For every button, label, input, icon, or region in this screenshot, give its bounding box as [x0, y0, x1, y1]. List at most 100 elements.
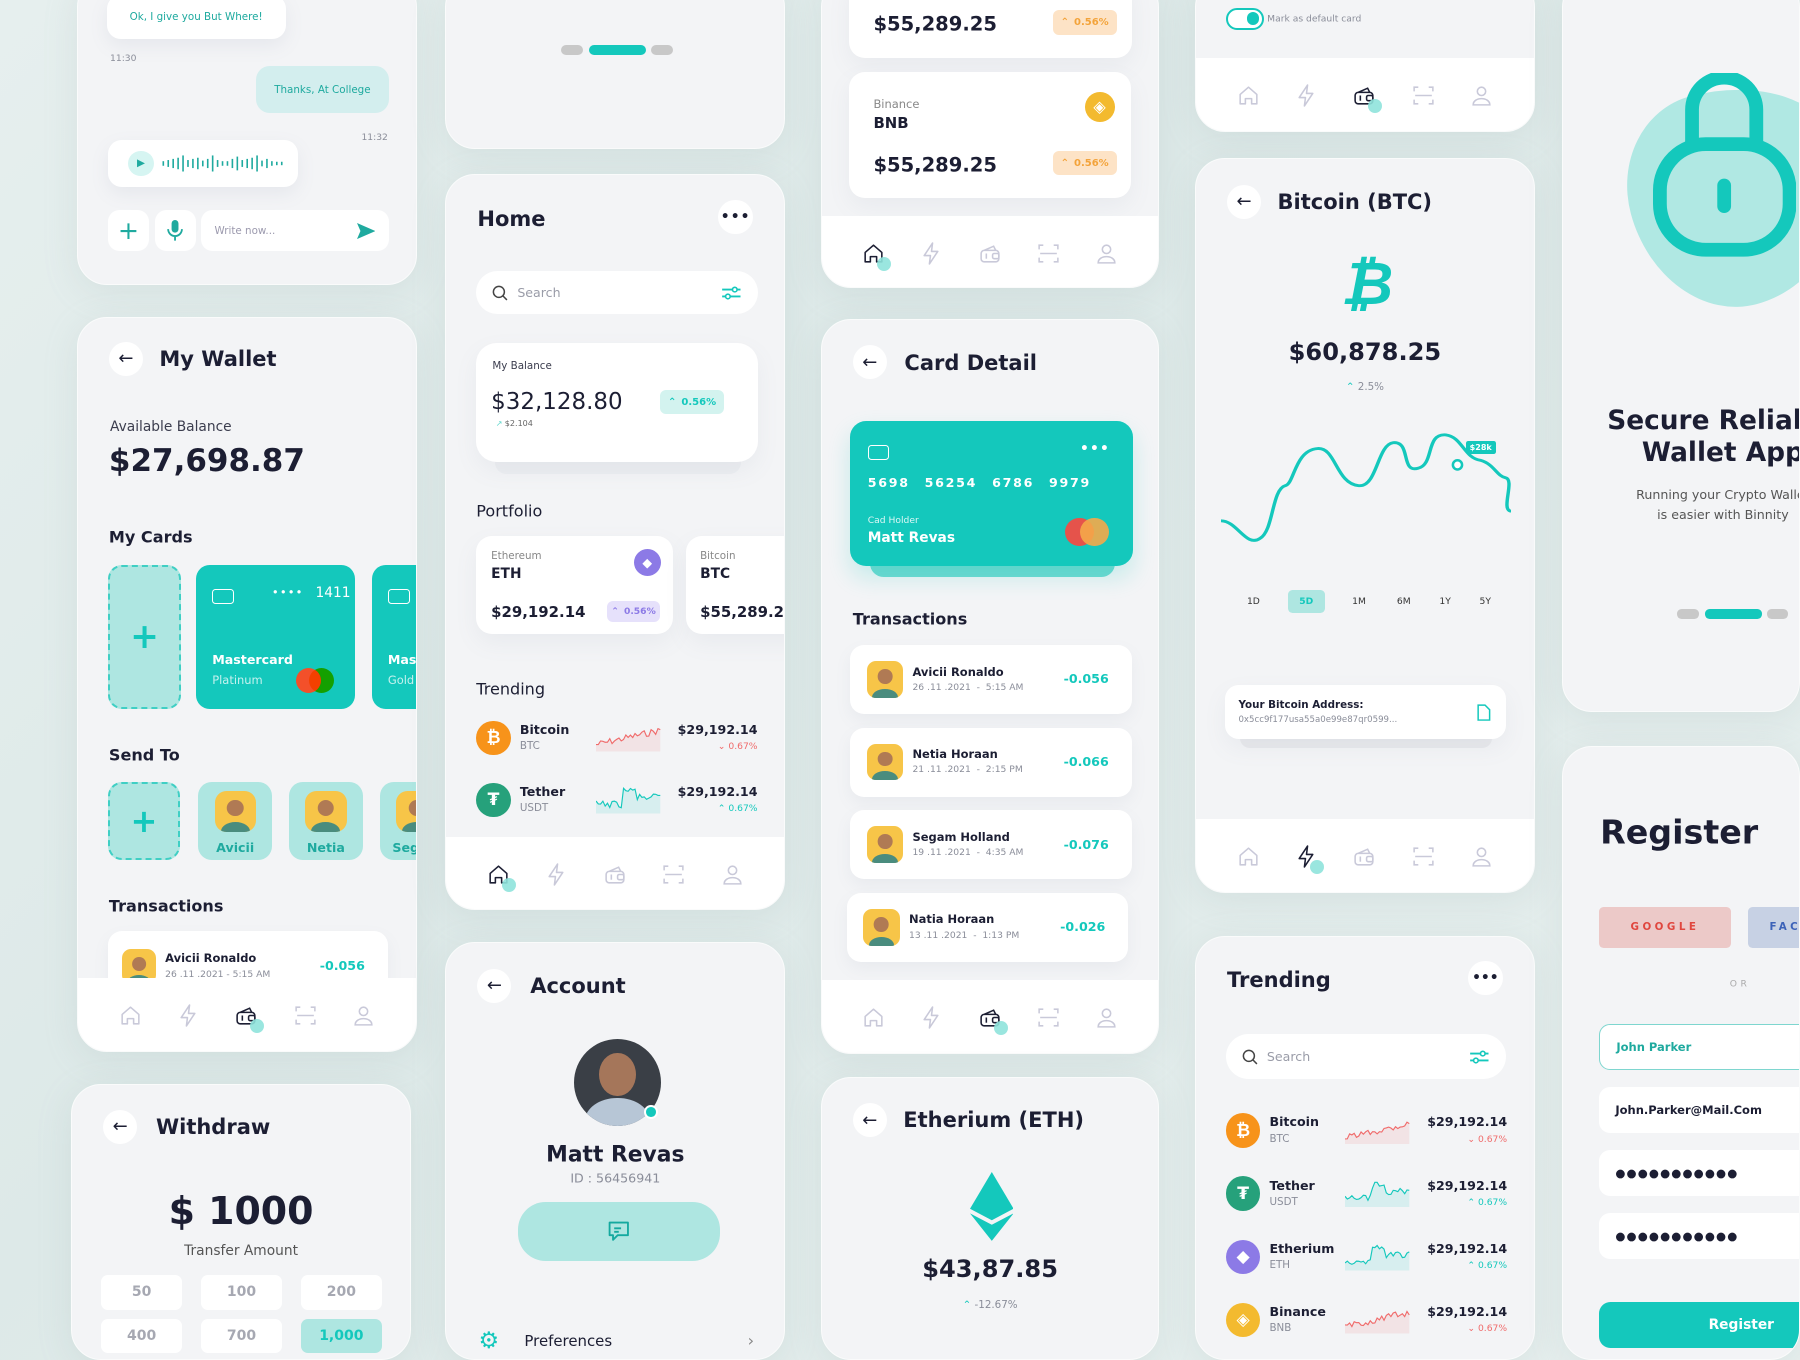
send-icon[interactable] [356, 222, 376, 239]
home-nav-icon[interactable] [861, 241, 892, 271]
trending-item[interactable]: ◈ Binance BNB $29,192.14 ⌄ 0.67% [1225, 1299, 1507, 1340]
trending-item[interactable]: ◆ Etherium ETH $29,192.14 ⌃ 0.67% [1225, 1236, 1507, 1277]
bitcoin-address-card[interactable]: Your Bitcoin Address: 0x5cc9f177usa55a0e… [1224, 685, 1506, 740]
scan-nav-icon[interactable] [1036, 1005, 1061, 1030]
transaction-row[interactable]: Natia Horaan 13 .11 .2021 - 1:13 PM -0.0… [847, 892, 1129, 962]
card-mastercard-gold[interactable]: Mastercard Gold [371, 564, 416, 710]
voice-message[interactable]: ▶ [107, 139, 299, 187]
page-dot[interactable] [561, 44, 583, 55]
scan-nav-icon[interactable] [293, 1003, 318, 1028]
wallet-nav-icon[interactable] [1352, 83, 1383, 114]
wallet-nav-icon[interactable] [1352, 844, 1377, 869]
transaction-row[interactable]: Netia Horaan 21 .11 .2021 - 2:15 PM -0.0… [850, 727, 1132, 797]
back-button[interactable]: ← [852, 345, 887, 380]
timeframe-1y[interactable]: 1Y [1427, 590, 1464, 613]
wallet-nav-icon[interactable] [978, 1005, 1008, 1036]
timeframe-1d[interactable]: 1D [1235, 590, 1272, 613]
amount-option[interactable]: 50 [100, 1275, 183, 1310]
contact-tile[interactable]: Netia [289, 781, 363, 860]
wallet-nav-icon[interactable] [603, 862, 628, 887]
portfolio-card-eth[interactable]: Ethereum ETH ◆ $29,192.14 ⌃ 0.56% [476, 535, 673, 634]
portfolio-card[interactable]: $55,289.25 ⌃ 0.56% [849, 0, 1132, 59]
google-signup-button[interactable]: GOOGLE [1598, 906, 1731, 949]
register-button[interactable]: Register [1598, 1301, 1799, 1348]
page-dot[interactable] [1677, 609, 1699, 619]
payment-card[interactable]: ••• 5698 56254 6786 9979 Cad Holder Matt Re… [850, 421, 1133, 566]
password-field[interactable]: ●●●●●●●●●●● [1599, 1150, 1799, 1197]
transaction-row[interactable]: Avicii Ronaldo 26 .11 .2021 - 5:15 AM -0… [850, 644, 1132, 714]
user-nav-icon[interactable] [351, 1003, 376, 1028]
add-card-button[interactable]: + [107, 564, 182, 710]
microphone-button[interactable] [154, 209, 197, 252]
lightning-nav-icon[interactable] [176, 1003, 201, 1028]
lightning-nav-icon[interactable] [1294, 83, 1319, 108]
search-input[interactable]: Search [1225, 1034, 1506, 1079]
scan-nav-icon[interactable] [661, 862, 686, 887]
lightning-nav-icon[interactable] [1294, 844, 1325, 875]
email-field[interactable]: John.Parker@Mail.Com [1599, 1086, 1799, 1133]
page-dot[interactable] [1766, 609, 1789, 619]
trending-item[interactable]: ₮ Tether USDT $29,192.14 ⌃ 0.67% [1225, 1173, 1507, 1214]
default-card-toggle[interactable] [1225, 7, 1264, 30]
trending-item[interactable]: ₮ Tether USDT $29,192.14 ⌃ 0.67% [476, 779, 758, 820]
play-icon[interactable]: ▶ [128, 150, 154, 177]
search-input[interactable]: Search [476, 270, 758, 315]
card-mastercard-platinum[interactable]: •••• 1411 Mastercard Platinum [196, 564, 355, 710]
amount-option[interactable]: 100 [200, 1275, 283, 1310]
timeframe-5d[interactable]: 5D [1287, 589, 1325, 613]
back-button[interactable]: ← [852, 1103, 887, 1138]
page-dot-active[interactable] [588, 44, 647, 55]
page-dot[interactable] [650, 44, 673, 55]
home-nav-icon[interactable] [861, 1005, 886, 1030]
message-input[interactable]: Write now... [200, 209, 389, 252]
more-button[interactable]: ••• [718, 199, 753, 235]
timeframe-6m[interactable]: 6M [1385, 590, 1422, 613]
filter-icon[interactable] [1469, 1049, 1490, 1065]
contact-tile[interactable]: Avicii [198, 781, 272, 860]
confirm-password-field[interactable]: ●●●●●●●●●●● [1599, 1213, 1799, 1260]
scan-nav-icon[interactable] [1411, 844, 1436, 869]
home-nav-icon[interactable] [1236, 844, 1261, 869]
page-dot-active[interactable] [1704, 609, 1762, 619]
home-nav-icon[interactable] [486, 862, 517, 892]
more-dots-icon[interactable]: ••• [1080, 441, 1110, 457]
chart-marker[interactable] [1451, 458, 1464, 471]
user-nav-icon[interactable] [1094, 1005, 1119, 1030]
timeframe-1m[interactable]: 1M [1341, 590, 1378, 613]
trending-item[interactable]: ₿ Bitcoin BTC $29,192.14 ⌄ 0.67% [1225, 1110, 1507, 1151]
amount-option[interactable]: 700 [200, 1318, 283, 1354]
contact-tile[interactable]: Segam [379, 781, 416, 860]
scan-nav-icon[interactable] [1411, 83, 1436, 108]
home-nav-icon[interactable] [1236, 83, 1261, 108]
message-button[interactable] [517, 1201, 720, 1262]
amount-option[interactable]: 400 [100, 1318, 183, 1354]
user-nav-icon[interactable] [1469, 83, 1494, 108]
wallet-nav-icon[interactable] [978, 241, 1003, 266]
lightning-nav-icon[interactable] [919, 1005, 944, 1030]
user-nav-icon[interactable] [1094, 241, 1119, 266]
facebook-signup-button[interactable]: FACEBOOK [1748, 906, 1799, 949]
filter-icon[interactable] [721, 285, 742, 301]
amount-option[interactable]: 1,000 [300, 1318, 383, 1354]
more-button[interactable]: ••• [1468, 960, 1503, 996]
trending-item[interactable]: ₿ Bitcoin BTC $29,192.14 ⌄ 0.67% [476, 717, 758, 758]
portfolio-card-btc[interactable]: Bitcoin BTC $55,289.25 [686, 535, 785, 634]
lightning-nav-icon[interactable] [544, 862, 569, 887]
user-nav-icon[interactable] [1469, 844, 1494, 869]
scan-nav-icon[interactable] [1036, 241, 1061, 266]
back-button[interactable]: ← [1227, 184, 1261, 219]
add-attachment-button[interactable]: + [107, 209, 150, 252]
preferences-item[interactable]: ⚙ Preferences › [479, 1327, 755, 1355]
copy-document-icon[interactable] [1477, 703, 1491, 721]
back-button[interactable]: ← [103, 1109, 138, 1144]
name-field[interactable]: John Parker [1599, 1023, 1799, 1070]
add-contact-button[interactable]: + [107, 781, 181, 860]
home-nav-icon[interactable] [118, 1003, 143, 1028]
wallet-nav-icon[interactable] [234, 1003, 265, 1033]
timeframe-5y[interactable]: 5Y [1467, 590, 1504, 613]
lightning-nav-icon[interactable] [919, 241, 944, 266]
amount-option[interactable]: 200 [300, 1275, 383, 1310]
back-button[interactable]: ← [477, 968, 512, 1003]
user-nav-icon[interactable] [720, 862, 745, 887]
back-button[interactable]: ← [108, 341, 143, 376]
